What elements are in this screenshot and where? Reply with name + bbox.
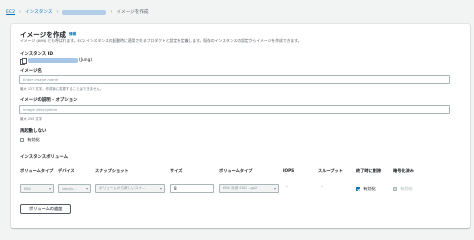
delete-on-termination-checkbox[interactable]: 有効化 [356,186,376,192]
copy-icon[interactable] [20,58,27,65]
no-reboot-checkbox-box[interactable] [20,137,25,143]
col-throughput: スループット [318,168,343,173]
info-link[interactable]: 情報 [69,32,76,37]
chevron-right-icon: › [110,9,113,15]
col-encrypted: 暗号化済み [393,168,414,173]
size-value: 8 [174,186,177,191]
col-volume-type: ボリュームタイプ [20,168,54,173]
image-description-input[interactable]: Image description [19,105,450,114]
col-device: デバイス [58,168,75,173]
volume-type-select: EBS [20,184,54,193]
encrypted-checkbox: 有効化 [393,186,413,192]
device-select: /dev/x... [58,184,91,193]
image-name-input[interactable]: Enter image name [19,75,450,84]
delete-on-termination-checkbox-box[interactable] [356,186,361,192]
iops-value: - [286,184,288,190]
breadcrumb-current: イメージを作成 [116,10,149,15]
encrypted-checkbox-box [393,186,398,192]
instance-id-label: インスタンス ID [20,52,53,57]
volume-kind-value: EBS 汎用 SSD - gp2 [223,186,258,190]
image-name-label: イメージ名 [20,69,42,74]
add-volume-button[interactable]: ボリュームの追加 [20,204,72,214]
chevron-down-icon [85,187,88,190]
instance-id-redacted [28,58,78,63]
chevron-down-icon [48,187,51,190]
chevron-down-icon [273,187,276,190]
instance-id-value: (Jung) [20,58,93,65]
size-input[interactable]: 8 [170,184,214,193]
image-name-hint: 最大 127 文字。作成後に変更することはできません。 [20,87,104,91]
image-description-hint: 最大 255 文字 [20,117,43,121]
breadcrumb-ec2[interactable]: EC2 [6,10,15,15]
instance-volumes-label: インスタンスボリューム [20,155,68,160]
col-delete-on-termination: 終了時に削除 [356,168,382,173]
device-value: /dev/x... [62,186,77,191]
chevron-right-icon: › [56,9,59,15]
throughput-value: - [321,184,323,190]
breadcrumb-instances[interactable]: インスタンス [25,9,52,15]
volume-type-value: EBS [24,186,31,191]
image-description-label: イメージの説明 - オプション [20,98,78,103]
instance-id-suffix: (Jung) [79,58,93,63]
col-snapshot: スナップショット [95,168,129,173]
no-reboot-option-label: 有効化 [27,137,40,142]
create-image-panel: イメージを作成 情報 イメージ (AMI) とも呼ばれます。EC2 インスタンス… [11,24,470,228]
snapshot-select: ボリュームから新しいスナ... [95,184,165,193]
chevron-right-icon: › [19,9,22,15]
breadcrumb-instance-id-redacted[interactable] [62,9,107,15]
no-reboot-checkbox[interactable]: 有効化 [20,137,40,143]
col-iops: IOPS [283,168,295,173]
no-reboot-label: 再起動しない [20,129,47,134]
chevron-down-icon [159,187,162,190]
volume-kind-select: EBS 汎用 SSD - gp2 [219,184,279,193]
delete-on-termination-label: 有効化 [363,186,376,191]
col-size: サイズ [170,168,183,173]
col-type: ボリュームタイプ [219,168,253,173]
breadcrumb: EC2 › インスタンス › › イメージを作成 [6,7,149,17]
encrypted-label: 有効化 [400,186,413,191]
snapshot-value: ボリュームから新しいスナ... [99,186,146,190]
page-description: イメージ (AMI) とも呼ばれます。EC2 インスタンスの起動時に適用されるプ… [20,38,302,43]
